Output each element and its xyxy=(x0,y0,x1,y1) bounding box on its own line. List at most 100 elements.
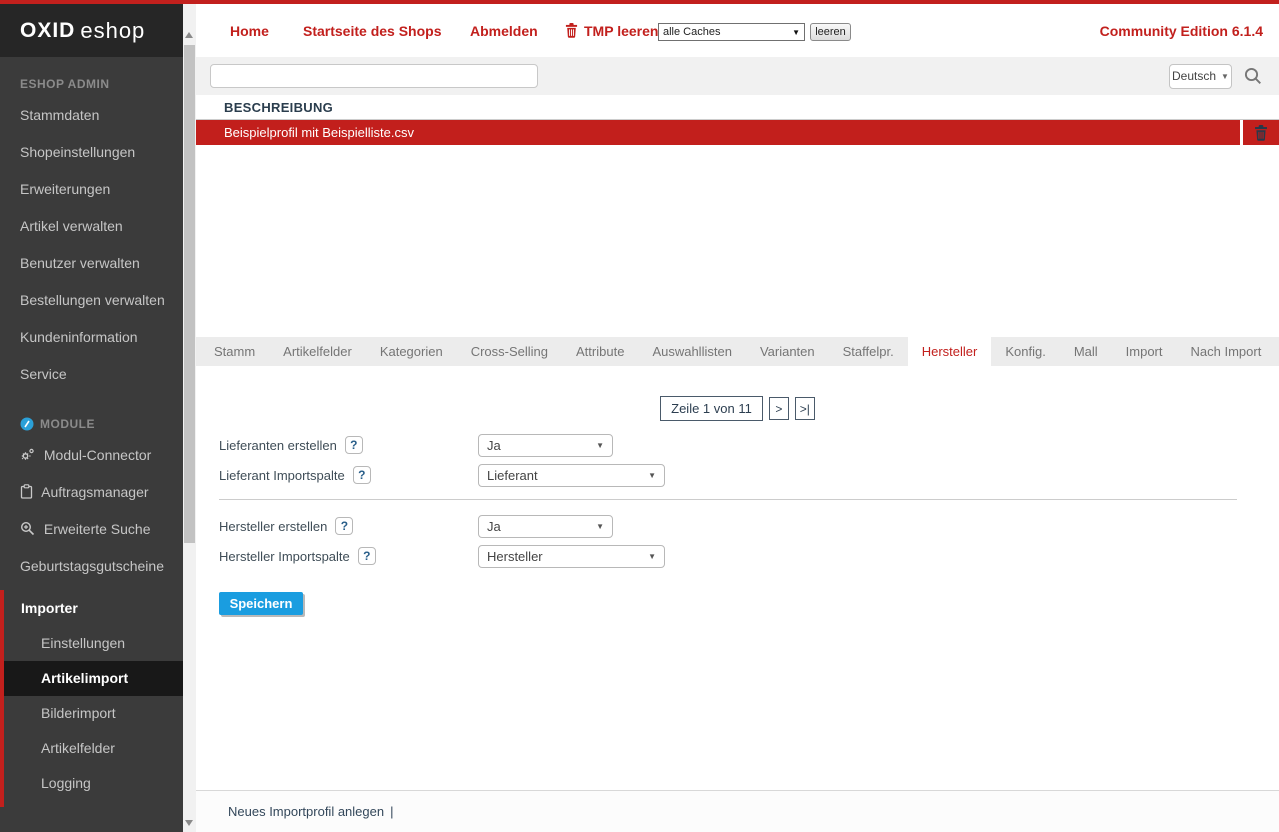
sidebar-item-label: Modul-Connector xyxy=(44,447,151,463)
sidebar-item-artikel-verwalten[interactable]: Artikel verwalten xyxy=(0,208,183,245)
sidebar-subitem-einstellungen[interactable]: Einstellungen xyxy=(4,626,183,661)
sidebar-item-erweiterte-suche[interactable]: Erweiterte Suche xyxy=(0,511,183,548)
hersteller-form: Lieferanten erstellen ? Ja ▼ Lieferant I… xyxy=(196,433,1279,615)
language-select[interactable]: Deutsch ▼ xyxy=(1169,64,1232,89)
nav-tmp-clear-link[interactable]: TMP leeren xyxy=(565,23,658,39)
search-bar: Deutsch ▼ xyxy=(196,57,1279,95)
nav-home-link[interactable]: Home xyxy=(230,23,269,39)
tab-kategorien[interactable]: Kategorien xyxy=(366,337,457,366)
profile-row: Beispielprofil mit Beispielliste.csv xyxy=(196,120,1279,145)
field-label: Hersteller erstellen xyxy=(219,519,327,534)
sidebar-item-label: Kundeninformation xyxy=(20,329,138,345)
module-icon xyxy=(20,417,34,431)
sidebar-item-shopeinstellungen[interactable]: Shopeinstellungen xyxy=(0,134,183,171)
tab-konfig[interactable]: Konfig. xyxy=(991,337,1059,366)
profile-row-cell[interactable]: Beispielprofil mit Beispielliste.csv xyxy=(196,120,1240,145)
hersteller-erstellen-select[interactable]: Ja ▼ xyxy=(478,515,613,538)
search-icon xyxy=(1244,67,1262,85)
nav-shop-home-link[interactable]: Startseite des Shops xyxy=(303,23,442,39)
chevron-down-icon: ▼ xyxy=(1221,72,1229,81)
tab-stamm[interactable]: Stamm xyxy=(200,337,269,366)
nav-logout-link[interactable]: Abmelden xyxy=(470,23,538,39)
form-row-lieferant-importspalte: Lieferant Importspalte ? Lieferant ▼ xyxy=(196,463,1279,487)
select-value: Hersteller xyxy=(487,549,543,564)
oxid-admin-page: OXID eshop ESHOP ADMIN Stammdaten Shopei… xyxy=(0,0,1279,832)
tab-attribute[interactable]: Attribute xyxy=(562,337,638,366)
sidebar-item-stammdaten[interactable]: Stammdaten xyxy=(0,97,183,134)
cache-select[interactable]: alle Caches ▼ xyxy=(658,23,805,41)
sidebar-item-importer[interactable]: Importer xyxy=(4,590,183,626)
sidebar-item-label: Einstellungen xyxy=(41,635,125,651)
help-button[interactable]: ? xyxy=(353,466,371,484)
sidebar-item-label: Shopeinstellungen xyxy=(20,144,135,160)
tab-hersteller[interactable]: Hersteller xyxy=(908,337,992,366)
sidebar-item-auftragsmanager[interactable]: Auftragsmanager xyxy=(0,474,183,511)
chevron-down-icon: ▼ xyxy=(648,552,656,561)
top-navigation: Home Startseite des Shops Abmelden TMP l… xyxy=(196,4,1279,57)
sidebar: OXID eshop ESHOP ADMIN Stammdaten Shopei… xyxy=(0,4,183,832)
clear-cache-button[interactable]: leeren xyxy=(810,23,851,41)
list-header: BESCHREIBUNG xyxy=(196,95,1279,120)
sidebar-item-geburtstagsgutscheine[interactable]: Geburtstagsgutscheine xyxy=(0,548,183,585)
sidebar-section-label: MODULE xyxy=(40,417,95,431)
logo-eshop-text: eshop xyxy=(80,18,145,44)
sidebar-group-importer: Importer Einstellungen Artikelimport Bil… xyxy=(0,590,183,807)
help-button[interactable]: ? xyxy=(335,517,353,535)
sidebar-item-label: Geburtstagsgutscheine xyxy=(20,558,164,574)
form-divider xyxy=(219,499,1237,500)
sidebar-item-modul-connector[interactable]: Modul-Connector xyxy=(0,437,183,474)
search-input[interactable] xyxy=(210,64,538,88)
sidebar-item-erweiterungen[interactable]: Erweiterungen xyxy=(0,171,183,208)
delete-profile-button[interactable] xyxy=(1243,120,1279,145)
logo[interactable]: OXID eshop xyxy=(0,4,183,57)
search-button[interactable] xyxy=(1244,67,1262,85)
clipboard-icon xyxy=(20,484,33,499)
scrollbar-down-arrow-icon[interactable] xyxy=(185,820,193,826)
pager-next-button[interactable]: > xyxy=(769,397,789,420)
lieferanten-erstellen-select[interactable]: Ja ▼ xyxy=(478,434,613,457)
sidebar-subitem-bilderimport[interactable]: Bilderimport xyxy=(4,696,183,731)
lieferant-importspalte-select[interactable]: Lieferant ▼ xyxy=(478,464,665,487)
tab-artikelfelder[interactable]: Artikelfelder xyxy=(269,337,366,366)
tab-import[interactable]: Import xyxy=(1112,337,1177,366)
sidebar-subitem-logging[interactable]: Logging xyxy=(4,766,183,801)
scrollbar-up-arrow-icon[interactable] xyxy=(185,32,193,38)
tab-bar: Stamm Artikelfelder Kategorien Cross-Sel… xyxy=(196,337,1279,366)
list-header-label: BESCHREIBUNG xyxy=(224,100,333,115)
sidebar-item-bestellungen-verwalten[interactable]: Bestellungen verwalten xyxy=(0,282,183,319)
sidebar-subitem-artikelimport[interactable]: Artikelimport xyxy=(4,661,183,696)
form-row-hersteller-importspalte: Hersteller Importspalte ? Hersteller ▼ xyxy=(196,544,1279,568)
trash-icon xyxy=(1254,125,1268,141)
sidebar-scrollbar[interactable] xyxy=(183,4,196,832)
tab-staffelpr[interactable]: Staffelpr. xyxy=(829,337,908,366)
sidebar-item-service[interactable]: Service xyxy=(0,356,183,393)
edition-label: Community Edition 6.1.4 xyxy=(1100,23,1263,39)
sidebar-item-label: Logging xyxy=(41,775,91,791)
new-import-profile-link[interactable]: Neues Importprofil anlegen xyxy=(228,804,384,819)
chevron-down-icon: ▼ xyxy=(596,522,604,531)
help-button[interactable]: ? xyxy=(345,436,363,454)
empty-region xyxy=(196,145,1279,337)
tab-nach-import[interactable]: Nach Import xyxy=(1177,337,1276,366)
pager-last-button[interactable]: >| xyxy=(795,397,815,420)
tab-varianten[interactable]: Varianten xyxy=(746,337,829,366)
field-label-group: Hersteller erstellen ? xyxy=(219,517,478,535)
pager: Zeile 1 von 11 > >| xyxy=(196,366,1279,421)
sidebar-subitem-artikelfelder[interactable]: Artikelfelder xyxy=(4,731,183,766)
sidebar-item-label: Auftragsmanager xyxy=(41,484,148,500)
sidebar-item-kundeninformation[interactable]: Kundeninformation xyxy=(0,319,183,356)
field-label-group: Lieferanten erstellen ? xyxy=(219,436,478,454)
profile-row-label: Beispielprofil mit Beispielliste.csv xyxy=(224,125,414,140)
trash-icon xyxy=(565,23,578,38)
tab-cross-selling[interactable]: Cross-Selling xyxy=(457,337,562,366)
tab-content: Zeile 1 von 11 > >| Lieferanten erstelle… xyxy=(196,366,1279,790)
tab-auswahllisten[interactable]: Auswahllisten xyxy=(638,337,746,366)
chevron-down-icon: ▼ xyxy=(648,471,656,480)
help-button[interactable]: ? xyxy=(358,547,376,565)
save-button[interactable]: Speichern xyxy=(219,592,303,615)
sidebar-section-module: MODULE xyxy=(0,393,183,437)
sidebar-item-benutzer-verwalten[interactable]: Benutzer verwalten xyxy=(0,245,183,282)
hersteller-importspalte-select[interactable]: Hersteller ▼ xyxy=(478,545,665,568)
tab-mall[interactable]: Mall xyxy=(1060,337,1112,366)
scrollbar-thumb[interactable] xyxy=(184,45,195,543)
